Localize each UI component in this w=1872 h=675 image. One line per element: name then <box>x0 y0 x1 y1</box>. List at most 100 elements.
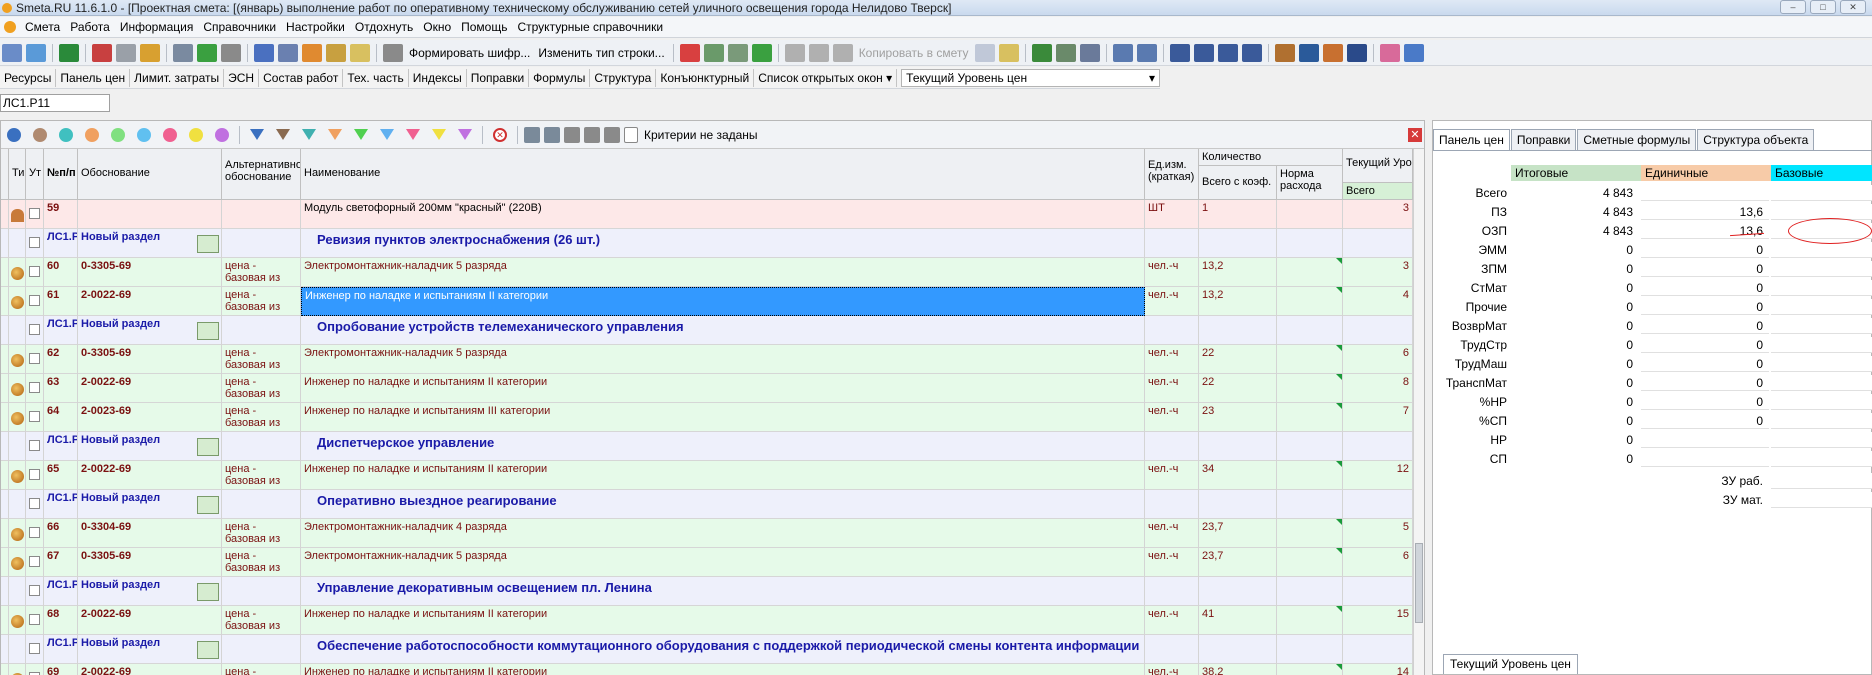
p-icon[interactable] <box>1055 43 1076 62</box>
comment-icon[interactable] <box>350 43 370 62</box>
table-row[interactable]: 64 2-0023-69 цена - базовая из Инженер по н… <box>1 403 1413 432</box>
row-checkbox[interactable] <box>29 469 40 480</box>
qty-cell[interactable]: 23 <box>1199 403 1277 432</box>
section-row[interactable]: ЛС1.Р Новый раздел Ревизия пунктов электро… <box>1 229 1413 258</box>
close-window-button[interactable]: ✕ <box>1840 0 1866 14</box>
qty-cell[interactable]: 23,7 <box>1199 548 1277 577</box>
filter-brown-icon[interactable] <box>276 129 290 140</box>
search-icon[interactable] <box>140 43 160 62</box>
price-row-base-field[interactable] <box>1771 318 1872 334</box>
resources-icon[interactable] <box>326 43 346 62</box>
filter-violet-icon[interactable] <box>458 129 472 140</box>
tab-estimate-formulas[interactable]: Сметные формулы <box>1577 129 1697 150</box>
basis-code-cell[interactable]: 2-0022-69 <box>78 374 222 403</box>
table-row[interactable]: 60 0-3305-69 цена - базовая из Электромонта… <box>1 258 1413 287</box>
header-alt-basis[interactable]: Альтернативное обоснование <box>222 149 301 200</box>
menu-spravochniki[interactable]: Справочники <box>198 20 281 34</box>
section-row[interactable]: ЛС1.Р Новый раздел Управление декоративным… <box>1 577 1413 606</box>
filter-sky-icon[interactable] <box>380 129 394 140</box>
basis-code-cell[interactable] <box>78 200 222 229</box>
stack-icon[interactable] <box>1379 43 1400 62</box>
row-checkbox[interactable] <box>29 527 40 538</box>
current-position-field[interactable]: ЛС1.Р11 <box>0 94 110 112</box>
price-row-base-field[interactable] <box>1771 451 1872 467</box>
paste-doc-icon[interactable] <box>998 43 1019 62</box>
tech-part-tab[interactable]: Тех. часть <box>343 68 409 87</box>
sort-down-icon[interactable] <box>604 126 620 143</box>
basis-code-cell[interactable]: 2-0022-69 <box>78 287 222 316</box>
works-composition-tab[interactable]: Состав работ <box>259 68 344 87</box>
row-checkbox[interactable] <box>29 353 40 364</box>
table-row[interactable]: 69 2-0022-69 цена - Инженер по наладке и ис… <box>1 664 1413 675</box>
name-cell[interactable]: Модуль светофорный 200мм "красный" (220В… <box>301 200 1145 229</box>
delete-icon[interactable] <box>679 43 700 62</box>
copy-icon[interactable] <box>808 43 829 62</box>
qty-cell[interactable]: 41 <box>1199 606 1277 635</box>
menu-otdokhnut[interactable]: Отдохнуть <box>350 20 418 34</box>
scrollbar-thumb[interactable] <box>1415 543 1423 623</box>
tab-object-structure[interactable]: Структура объекта <box>1697 129 1815 150</box>
filter-pink-icon[interactable] <box>406 129 420 140</box>
row-checkbox[interactable] <box>29 208 40 219</box>
menu-pomoshch[interactable]: Помощь <box>456 20 512 34</box>
row-checkbox[interactable] <box>29 382 40 393</box>
basis-code-cell[interactable]: 2-0023-69 <box>78 403 222 432</box>
price-row-base-field[interactable] <box>1771 185 1872 201</box>
books-icon[interactable] <box>1031 43 1052 62</box>
name-cell[interactable]: Инженер по наладке и испытаниям II катег… <box>301 287 1145 316</box>
level-up-icon[interactable] <box>1241 43 1262 62</box>
calc-icon[interactable] <box>1112 43 1133 62</box>
price-row-base-field[interactable] <box>1771 242 1872 258</box>
new-icon[interactable] <box>2 43 22 62</box>
name-cell[interactable]: Электромонтажник-наладчик 4 разряда <box>301 519 1145 548</box>
section-document-icon[interactable] <box>197 496 219 514</box>
color-filter-violet-icon[interactable] <box>215 127 229 142</box>
row-checkbox[interactable] <box>29 266 40 277</box>
excel-icon[interactable] <box>59 43 79 62</box>
header-name[interactable]: Наименование <box>301 149 1145 200</box>
header-ut[interactable]: Ут <box>26 149 44 200</box>
structure-tab[interactable]: Структура <box>590 68 657 87</box>
name-cell[interactable]: Инженер по наладке и испытаниям II катег… <box>301 606 1145 635</box>
section-row[interactable]: ЛС1.Р Новый раздел Обеспечение работоспосо… <box>1 635 1413 664</box>
menu-nastroyki[interactable]: Настройки <box>281 20 350 34</box>
zu-rab-field[interactable] <box>1771 473 1872 489</box>
section-row[interactable]: ЛС1.Р Новый раздел Диспетчерское управлени… <box>1 432 1413 461</box>
price-row-base-field[interactable] <box>1771 261 1872 277</box>
section-document-icon[interactable] <box>197 235 219 253</box>
tree-collapse-icon[interactable] <box>544 126 560 143</box>
qty-cell[interactable]: 13,2 <box>1199 287 1277 316</box>
price-row-base-field[interactable] <box>1771 394 1872 410</box>
section-document-icon[interactable] <box>197 583 219 601</box>
basis-code-cell[interactable]: 0-3305-69 <box>78 345 222 374</box>
section-document-icon[interactable] <box>197 438 219 456</box>
tab-current-price-level[interactable]: Текущий Уровень цен <box>1443 654 1578 674</box>
filter-teal-icon[interactable] <box>302 129 316 140</box>
price-row-base-field[interactable] <box>1771 413 1872 429</box>
header-num[interactable]: №п/п <box>44 149 78 200</box>
filter-blue-icon[interactable] <box>250 129 264 140</box>
menu-informatsiya[interactable]: Информация <box>115 20 198 34</box>
price-row-base-field[interactable] <box>1771 356 1872 372</box>
import-icon[interactable] <box>26 43 46 62</box>
copy-to-estimate-button[interactable]: Копировать в смету <box>855 46 973 60</box>
maximize-button[interactable]: □ <box>1810 0 1836 14</box>
qty-cell[interactable]: 1 <box>1199 200 1277 229</box>
section-document-icon[interactable] <box>197 641 219 659</box>
save-icon[interactable] <box>173 43 193 62</box>
calc2-icon[interactable] <box>1136 43 1157 62</box>
transport-icon[interactable] <box>1346 43 1367 62</box>
paste-icon[interactable] <box>832 43 853 62</box>
price-row-unit-field[interactable] <box>1641 185 1769 201</box>
price-level-select[interactable]: Текущий Уровень цен ▾ <box>901 68 1160 87</box>
table-row[interactable]: 65 2-0022-69 цена - базовая из Инженер по н… <box>1 461 1413 490</box>
price-row-base-field[interactable] <box>1771 375 1872 391</box>
table-row[interactable]: 66 0-3304-69 цена - базовая из Электромонта… <box>1 519 1413 548</box>
row-checkbox[interactable] <box>29 295 40 306</box>
menu-smeta[interactable]: Смета <box>20 20 65 34</box>
header-qty-coef[interactable]: Всего с коэф. <box>1199 166 1277 200</box>
name-cell[interactable]: Инженер по наладке и испытаниям II катег… <box>301 374 1145 403</box>
tree-expand-icon[interactable] <box>524 126 540 143</box>
form-cipher-button[interactable]: Формировать шифр... <box>405 46 534 60</box>
row-checkbox[interactable] <box>29 440 40 451</box>
